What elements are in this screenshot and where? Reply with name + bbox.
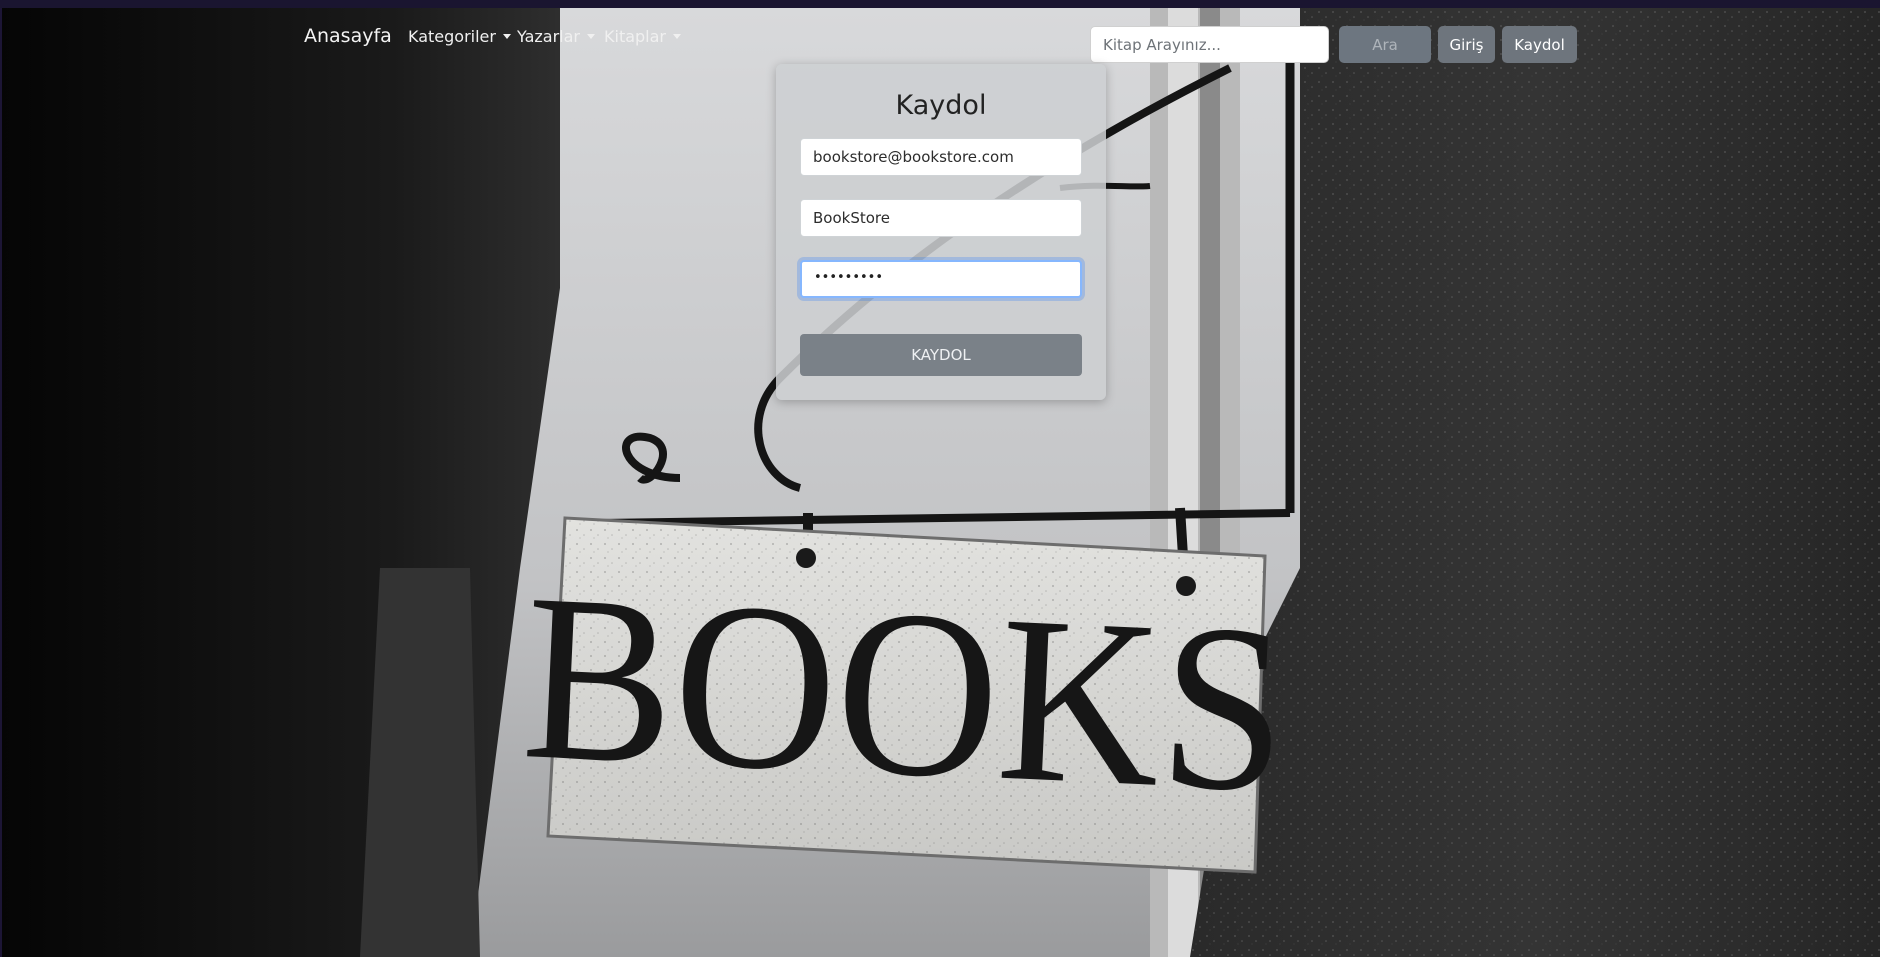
book-search-input[interactable]	[1090, 26, 1329, 63]
home-link[interactable]: Anasayfa	[304, 25, 392, 47]
sign-text: BOOKS	[518, 544, 1292, 843]
caret-down-icon	[502, 34, 511, 39]
nav-categories-dropdown[interactable]: Kategoriler	[408, 27, 511, 46]
nav-books-dropdown[interactable]: Kitaplar	[604, 27, 681, 46]
nav-books-label: Kitaplar	[604, 27, 666, 46]
top-border	[0, 0, 1880, 8]
register-card: Kaydol ••••••••• KAYDOL	[776, 64, 1106, 400]
search-button[interactable]: Ara	[1339, 26, 1431, 63]
caret-down-icon	[586, 34, 595, 39]
caret-down-icon	[673, 34, 681, 39]
nav-authors-dropdown[interactable]: Yazarlar	[517, 27, 595, 46]
nav-categories-label: Kategoriler	[408, 27, 496, 46]
login-button[interactable]: Giriş	[1438, 26, 1495, 63]
register-title: Kaydol	[895, 90, 987, 121]
nav-authors-label: Yazarlar	[517, 27, 580, 46]
username-field[interactable]	[800, 199, 1082, 237]
register-button[interactable]: Kaydol	[1502, 26, 1577, 63]
left-edge	[0, 8, 2, 957]
email-field[interactable]	[800, 138, 1082, 176]
password-mask: •••••••••	[814, 270, 884, 285]
register-submit-button[interactable]: KAYDOL	[800, 334, 1082, 376]
password-field[interactable]: •••••••••	[800, 260, 1082, 298]
top-navbar: Anasayfa Kategoriler Yazarlar Kitaplar A…	[0, 8, 1880, 68]
